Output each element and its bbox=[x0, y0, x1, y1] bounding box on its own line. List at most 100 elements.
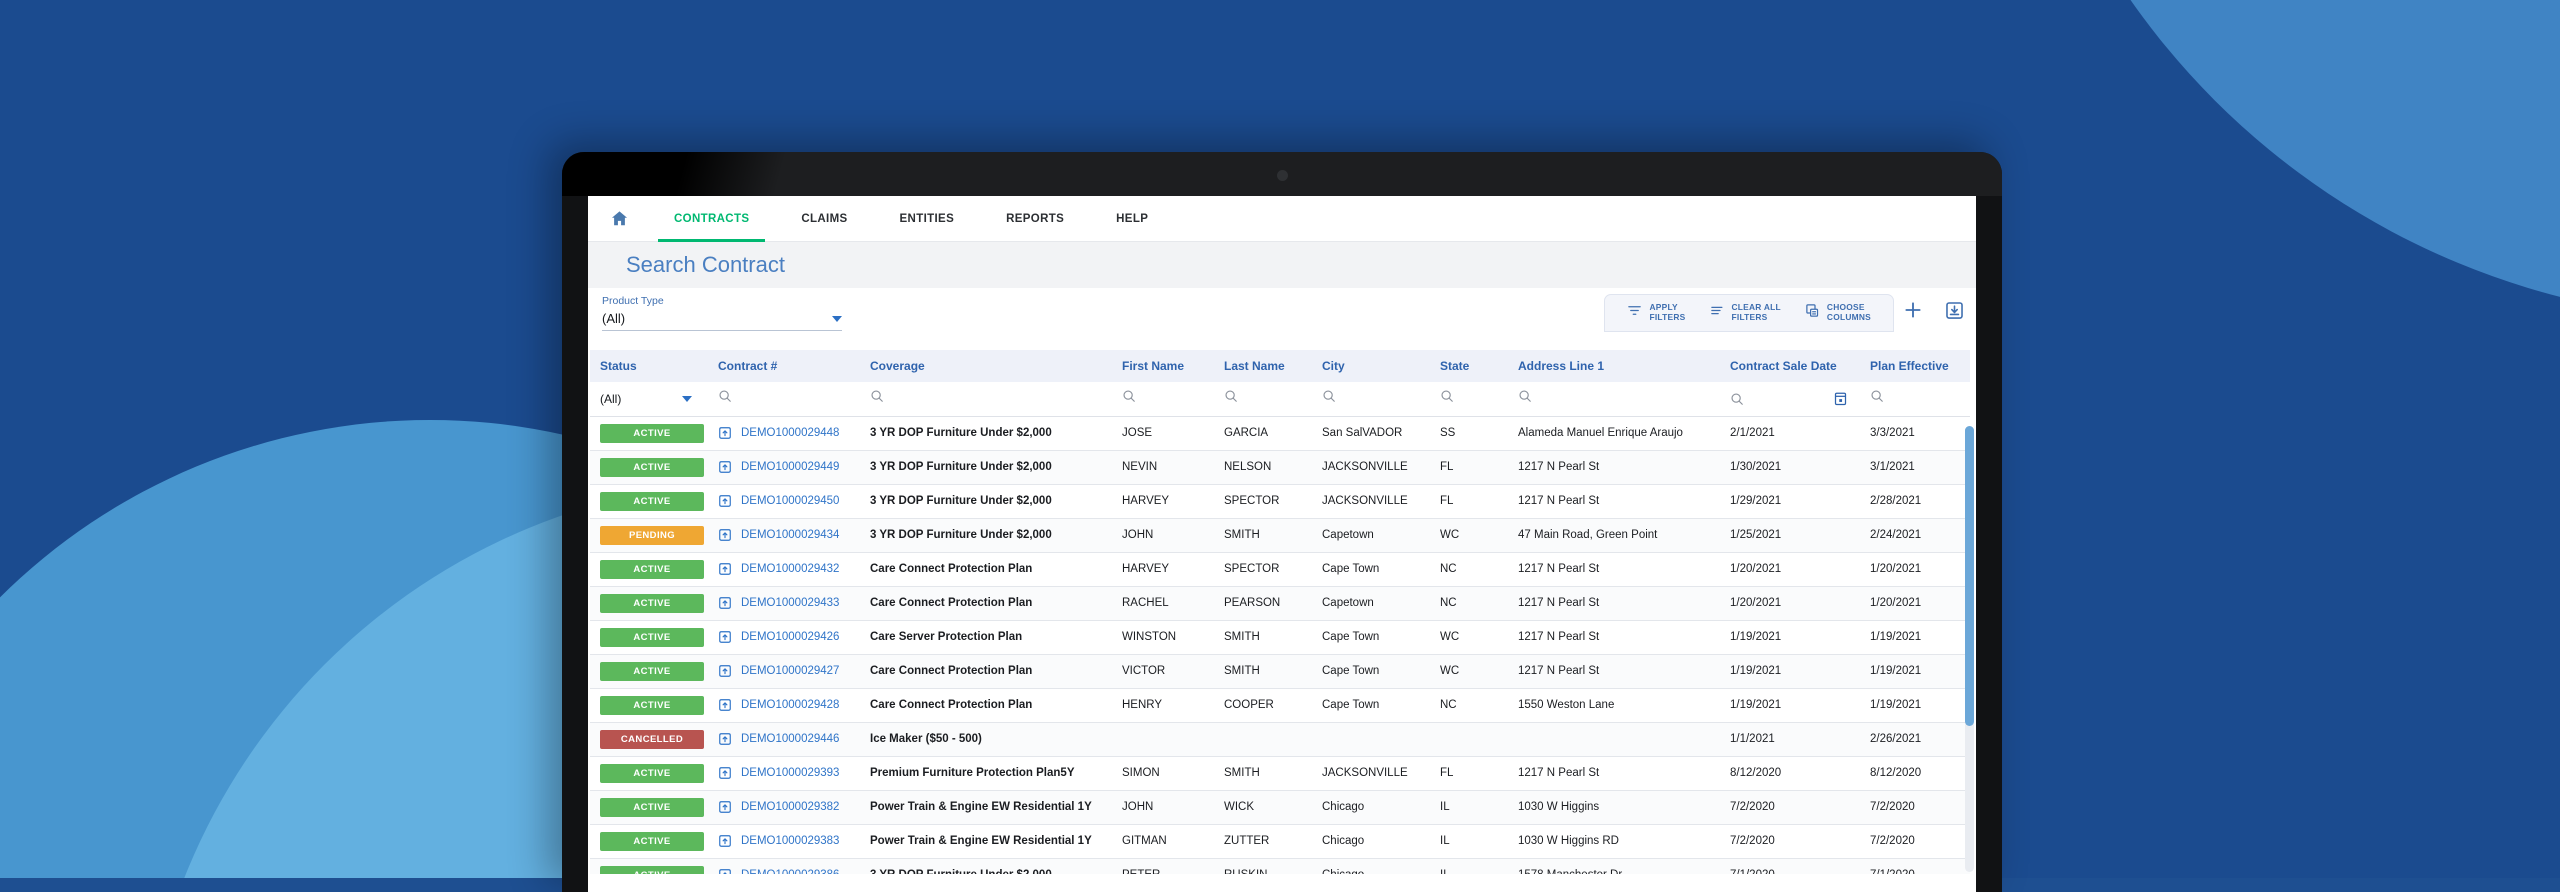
open-contract-icon[interactable] bbox=[718, 698, 732, 712]
search-icon[interactable] bbox=[870, 389, 884, 403]
scrollbar-thumb[interactable] bbox=[1965, 426, 1974, 726]
coverage-search-cell[interactable] bbox=[860, 382, 1112, 416]
search-icon[interactable] bbox=[1730, 392, 1744, 406]
search-icon[interactable] bbox=[1122, 389, 1136, 403]
cell-plan-effective: 2/26/2021 bbox=[1860, 722, 1970, 756]
contract-number-link[interactable]: DEMO1000029446 bbox=[741, 733, 839, 745]
calendar-icon[interactable] bbox=[1833, 391, 1848, 406]
table-row[interactable]: ACTIVEDEMO1000029433Care Connect Protect… bbox=[590, 586, 1970, 620]
cell-contract-sale-date: 1/1/2021 bbox=[1720, 722, 1860, 756]
open-contract-icon[interactable] bbox=[718, 426, 732, 440]
open-contract-icon[interactable] bbox=[718, 562, 732, 576]
tab-help-label: HELP bbox=[1116, 213, 1148, 225]
contract-number-link[interactable]: DEMO1000029386 bbox=[741, 869, 839, 874]
table-row[interactable]: ACTIVEDEMO1000029426Care Server Protecti… bbox=[590, 620, 1970, 654]
address-search-cell[interactable] bbox=[1508, 382, 1720, 416]
contract-number-link[interactable]: DEMO1000029393 bbox=[741, 767, 839, 779]
open-contract-icon[interactable] bbox=[718, 596, 732, 610]
home-icon[interactable] bbox=[602, 202, 636, 236]
contract-number-link[interactable]: DEMO1000029450 bbox=[741, 495, 839, 507]
column-header-contract-number[interactable]: Contract # bbox=[708, 350, 860, 382]
contract-number-link[interactable]: DEMO1000029449 bbox=[741, 461, 839, 473]
open-contract-icon[interactable] bbox=[718, 868, 732, 874]
tab-help[interactable]: HELP bbox=[1090, 196, 1174, 242]
search-icon[interactable] bbox=[1870, 389, 1884, 403]
search-icon[interactable] bbox=[1518, 389, 1532, 403]
export-icon[interactable] bbox=[1945, 301, 1964, 320]
cell-last-name: PEARSON bbox=[1214, 586, 1312, 620]
column-header-city[interactable]: City bbox=[1312, 350, 1430, 382]
contract-number-link[interactable]: DEMO1000029426 bbox=[741, 631, 839, 643]
cell-first-name: GITMAN bbox=[1112, 824, 1214, 858]
column-header-contract-sale-date[interactable]: Contract Sale Date bbox=[1720, 350, 1860, 382]
open-contract-icon[interactable] bbox=[718, 460, 732, 474]
open-contract-icon[interactable] bbox=[718, 630, 732, 644]
status-badge: PENDING bbox=[600, 526, 704, 545]
tab-contracts[interactable]: CONTRACTS bbox=[648, 196, 775, 242]
table-row[interactable]: ACTIVEDEMO1000029382Power Train & Engine… bbox=[590, 790, 1970, 824]
search-icon[interactable] bbox=[1322, 389, 1336, 403]
cell-first-name: NEVIN bbox=[1112, 450, 1214, 484]
table-row[interactable]: ACTIVEDEMO1000029427Care Connect Protect… bbox=[590, 654, 1970, 688]
column-header-coverage[interactable]: Coverage bbox=[860, 350, 1112, 382]
open-contract-icon[interactable] bbox=[718, 664, 732, 678]
table-row[interactable]: ACTIVEDEMO1000029383Power Train & Engine… bbox=[590, 824, 1970, 858]
column-header-plan-effective[interactable]: Plan Effective bbox=[1860, 350, 1970, 382]
tab-reports[interactable]: REPORTS bbox=[980, 196, 1090, 242]
column-header-last-name[interactable]: Last Name bbox=[1214, 350, 1312, 382]
table-row[interactable]: ACTIVEDEMO1000029393Premium Furniture Pr… bbox=[590, 756, 1970, 790]
table-vertical-scrollbar[interactable] bbox=[1965, 426, 1974, 872]
clear-all-filters-button[interactable]: CLEAR ALL FILTERS bbox=[1698, 296, 1793, 330]
product-type-select[interactable]: Product Type (All) bbox=[602, 295, 842, 331]
table-row[interactable]: PENDINGDEMO10000294343 YR DOP Furniture … bbox=[590, 518, 1970, 552]
cell-state: WC bbox=[1430, 620, 1508, 654]
search-icon[interactable] bbox=[718, 389, 732, 403]
cell-state: FL bbox=[1430, 484, 1508, 518]
table-row[interactable]: ACTIVEDEMO1000029432Care Connect Protect… bbox=[590, 552, 1970, 586]
contract-number-search-cell[interactable] bbox=[708, 382, 860, 416]
column-header-status[interactable]: Status bbox=[590, 350, 708, 382]
apply-filters-button[interactable]: APPLY FILTERS bbox=[1615, 296, 1697, 330]
cell-coverage: Power Train & Engine EW Residential 1Y bbox=[860, 790, 1112, 824]
column-header-address-line-1[interactable]: Address Line 1 bbox=[1508, 350, 1720, 382]
contract-number-link[interactable]: DEMO1000029383 bbox=[741, 835, 839, 847]
tab-entities[interactable]: ENTITIES bbox=[874, 196, 981, 242]
contract-number-link[interactable]: DEMO1000029432 bbox=[741, 563, 839, 575]
open-contract-icon[interactable] bbox=[718, 766, 732, 780]
last-name-search-cell[interactable] bbox=[1214, 382, 1312, 416]
product-type-value-row[interactable]: (All) bbox=[602, 311, 842, 331]
cell-city: Capetown bbox=[1312, 586, 1430, 620]
contract-number-link[interactable]: DEMO1000029382 bbox=[741, 801, 839, 813]
contract-number-link[interactable]: DEMO1000029433 bbox=[741, 597, 839, 609]
open-contract-icon[interactable] bbox=[718, 528, 732, 542]
table-row[interactable]: ACTIVEDEMO10000293863 YR DOP Furniture U… bbox=[590, 858, 1970, 874]
search-icon[interactable] bbox=[1224, 389, 1238, 403]
open-contract-icon[interactable] bbox=[718, 494, 732, 508]
plan-effective-search-cell[interactable] bbox=[1860, 382, 1970, 416]
plus-icon[interactable] bbox=[1903, 300, 1923, 320]
table-row[interactable]: ACTIVEDEMO10000294493 YR DOP Furniture U… bbox=[590, 450, 1970, 484]
contract-number-link[interactable]: DEMO1000029428 bbox=[741, 699, 839, 711]
first-name-search-cell[interactable] bbox=[1112, 382, 1214, 416]
table-row[interactable]: ACTIVEDEMO10000294483 YR DOP Furniture U… bbox=[590, 416, 1970, 450]
search-icon[interactable] bbox=[1440, 389, 1454, 403]
column-header-first-name[interactable]: First Name bbox=[1112, 350, 1214, 382]
status-badge: ACTIVE bbox=[600, 594, 704, 613]
table-row[interactable]: ACTIVEDEMO10000294503 YR DOP Furniture U… bbox=[590, 484, 1970, 518]
contract-number-link[interactable]: DEMO1000029448 bbox=[741, 427, 839, 439]
column-header-state[interactable]: State bbox=[1430, 350, 1508, 382]
contract-number-link[interactable]: DEMO1000029427 bbox=[741, 665, 839, 677]
open-contract-icon[interactable] bbox=[718, 800, 732, 814]
state-search-cell[interactable] bbox=[1430, 382, 1508, 416]
city-search-cell[interactable] bbox=[1312, 382, 1430, 416]
contract-number-link[interactable]: DEMO1000029434 bbox=[741, 529, 839, 541]
choose-columns-button[interactable]: CHOOSE COLUMNS bbox=[1793, 296, 1883, 330]
open-contract-icon[interactable] bbox=[718, 732, 732, 746]
table-row[interactable]: CANCELLEDDEMO1000029446Ice Maker ($50 - … bbox=[590, 722, 1970, 756]
table-row[interactable]: ACTIVEDEMO1000029428Care Connect Protect… bbox=[590, 688, 1970, 722]
status-filter-cell[interactable]: (All) bbox=[590, 382, 708, 416]
contract-sale-date-search-cell[interactable] bbox=[1720, 382, 1860, 416]
open-contract-icon[interactable] bbox=[718, 834, 732, 848]
tab-claims[interactable]: CLAIMS bbox=[775, 196, 873, 242]
status-filter-select[interactable]: (All) bbox=[600, 392, 692, 406]
